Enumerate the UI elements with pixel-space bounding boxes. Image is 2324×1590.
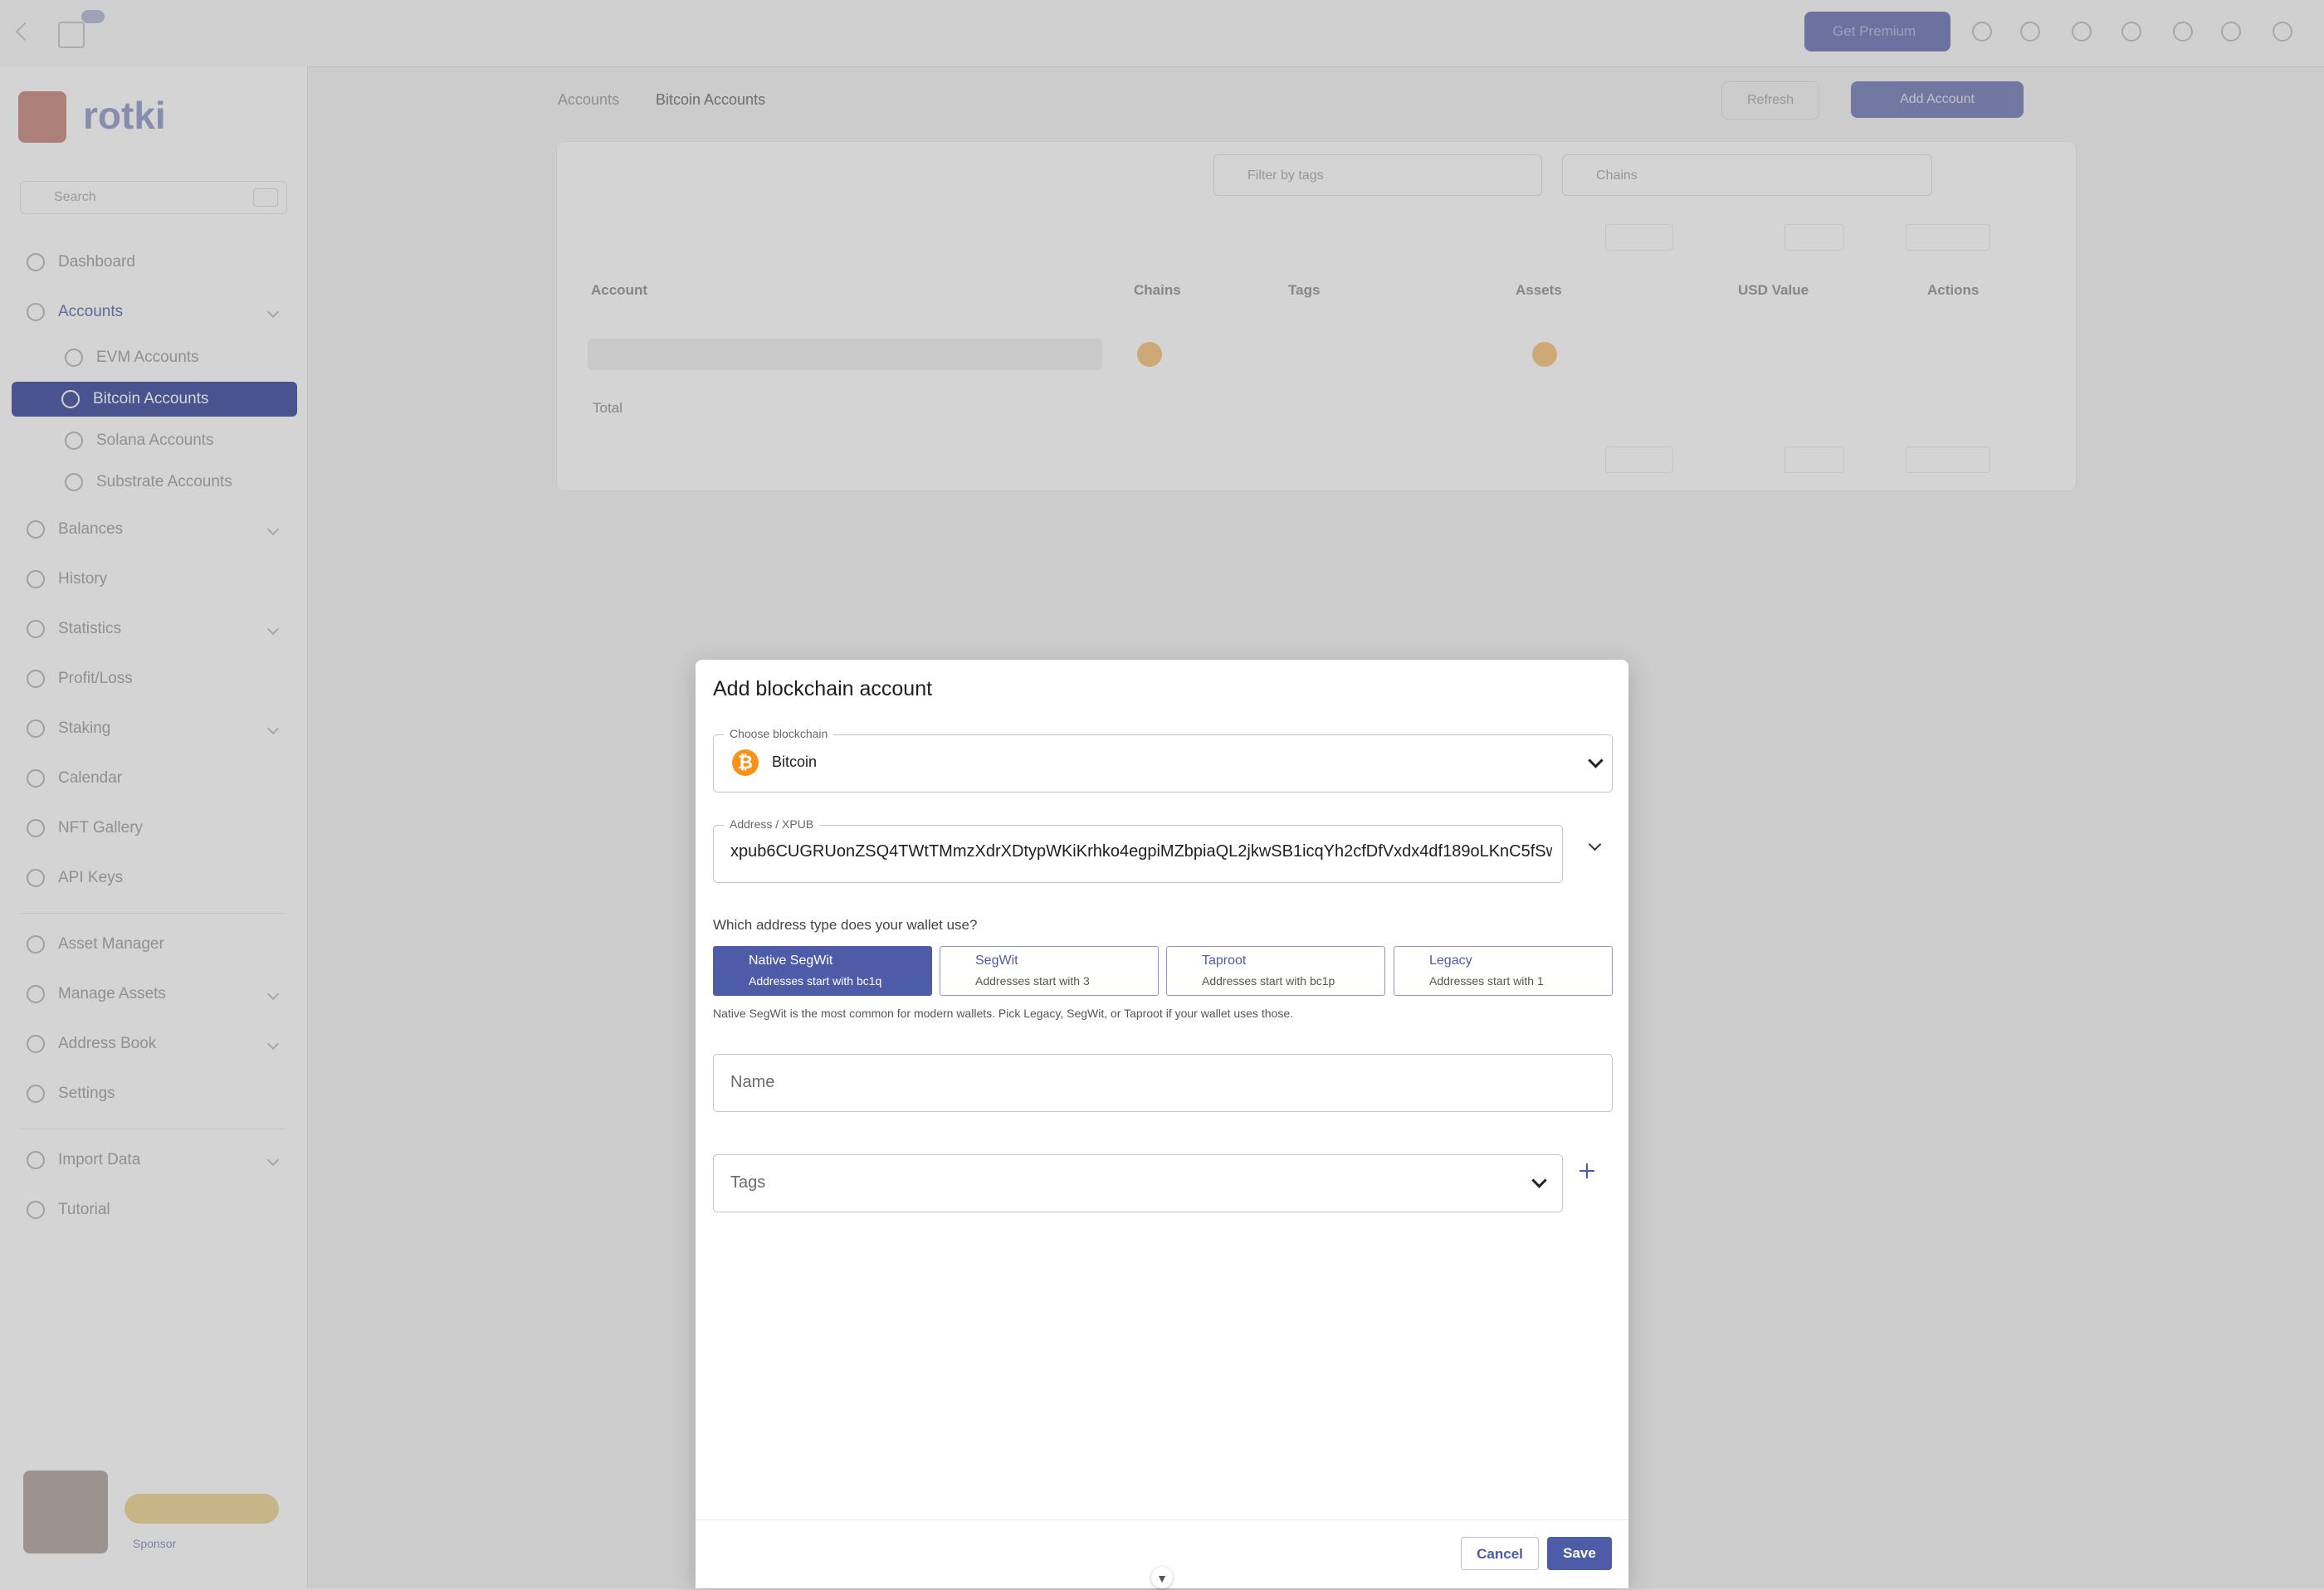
dialog-footer-divider bbox=[696, 1519, 1628, 1520]
tags-select[interactable]: Tags bbox=[713, 1154, 1563, 1212]
cancel-button[interactable]: Cancel bbox=[1461, 1537, 1539, 1570]
add-tag-icon[interactable] bbox=[1575, 1159, 1599, 1183]
address-type-title: Legacy bbox=[1429, 954, 1472, 968]
bitcoin-icon: ₿ bbox=[732, 749, 759, 776]
address-type-hint: Native SegWit is the most common for mod… bbox=[713, 1007, 1293, 1020]
address-type-title: Taproot bbox=[1202, 954, 1247, 968]
chain-select-value: Bitcoin bbox=[772, 754, 818, 770]
tags-placeholder: Tags bbox=[730, 1173, 766, 1192]
chain-select[interactable]: Choose blockchain ₿ Bitcoin bbox=[713, 727, 1613, 793]
address-input-label: Address / XPUB bbox=[724, 817, 820, 831]
address-input[interactable]: Address / XPUB xpub6CUGRUonZSQ4TWtTMmzXd… bbox=[713, 817, 1563, 883]
address-type-description: Addresses start with bc1q bbox=[749, 974, 882, 988]
address-type-title: SegWit bbox=[975, 954, 1018, 968]
address-type-description: Addresses start with 1 bbox=[1429, 974, 1544, 988]
address-expand-icon[interactable] bbox=[1588, 837, 1602, 851]
name-placeholder: Name bbox=[730, 1073, 775, 1091]
address-type-native-segwit[interactable]: Native SegWit Addresses start with bc1q bbox=[713, 946, 932, 996]
save-button[interactable]: Save bbox=[1547, 1537, 1612, 1570]
chevron-down-icon[interactable] bbox=[1531, 1173, 1547, 1188]
dialog-title: Add blockchain account bbox=[713, 677, 933, 700]
address-input-value: xpub6CUGRUonZSQ4TWtTMmzXdrXDtypWKiKrhko4… bbox=[730, 842, 1552, 861]
add-blockchain-account-dialog: Add blockchain account Choose blockchain… bbox=[696, 660, 1628, 1588]
address-type-legacy[interactable]: Legacy Addresses start with 1 bbox=[1394, 946, 1613, 996]
address-type-question: Which address type does your wallet use? bbox=[713, 917, 978, 933]
address-type-taproot[interactable]: Taproot Addresses start with bc1p bbox=[1166, 946, 1385, 996]
address-type-title: Native SegWit bbox=[749, 954, 833, 968]
address-type-segwit[interactable]: SegWit Addresses start with 3 bbox=[940, 946, 1159, 996]
address-type-description: Addresses start with bc1p bbox=[1202, 974, 1335, 988]
chain-select-label: Choose blockchain bbox=[724, 727, 834, 740]
chevron-down-icon[interactable] bbox=[1588, 753, 1604, 768]
scroll-down-icon[interactable]: ▼ bbox=[1151, 1567, 1173, 1588]
address-type-description: Addresses start with 3 bbox=[975, 974, 1090, 988]
name-input[interactable]: Name bbox=[713, 1054, 1613, 1112]
